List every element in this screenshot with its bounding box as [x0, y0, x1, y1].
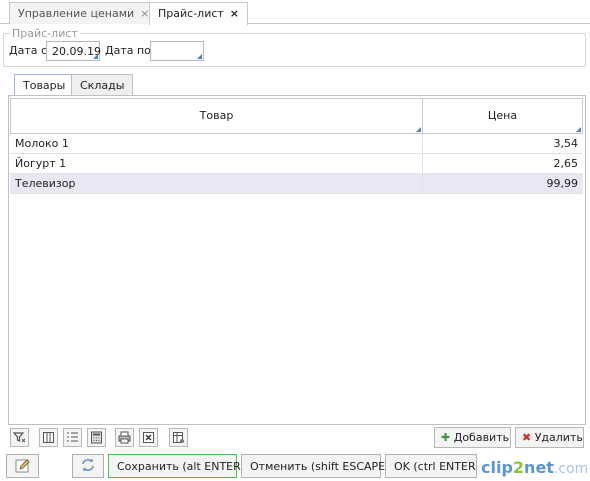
filter-icon[interactable] [10, 428, 29, 447]
date-from-label: Дата с [9, 44, 48, 57]
item-cell: Телевизор [15, 177, 76, 190]
watermark-logo: clip2net.com [481, 458, 588, 477]
watermark-part: .com [553, 461, 589, 477]
column-divider [422, 154, 423, 174]
pencil-icon [15, 459, 30, 473]
column-header-price[interactable]: Цена [422, 98, 583, 134]
add-button-label: Добавить [453, 431, 510, 444]
edit-button[interactable] [6, 454, 39, 478]
delete-button[interactable]: ✖ Удалить [515, 427, 584, 448]
watermark-part: net [524, 458, 554, 477]
fieldset-legend: Прайс-лист [10, 27, 80, 40]
refresh-icon [82, 459, 94, 471]
dropdown-marker-icon [93, 54, 98, 59]
price-cell: 3,54 [553, 137, 579, 150]
date-to-field[interactable] [150, 41, 204, 61]
item-cell: Молоко 1 [15, 137, 69, 150]
tab-goods[interactable]: Товары [14, 74, 75, 96]
print-icon[interactable] [115, 428, 134, 447]
tab-warehouses[interactable]: Склады [71, 74, 134, 95]
table-row[interactable]: Телевизор 99,99 [10, 174, 583, 194]
dropdown-marker-icon [197, 54, 202, 59]
column-header-label: Цена [487, 109, 518, 122]
tab-price-list[interactable]: Прайс-лист × [149, 2, 249, 25]
calculator-icon[interactable] [87, 428, 106, 447]
item-cell: Йогурт 1 [15, 157, 67, 170]
close-icon[interactable]: × [140, 7, 149, 20]
table-row[interactable]: Молоко 1 3,54 [10, 134, 583, 154]
delete-icon: ✖ [522, 431, 532, 444]
plus-icon: ✚ [441, 431, 451, 444]
numbered-list-icon[interactable] [63, 428, 82, 447]
save-button[interactable]: Сохранить (alt ENTER) [108, 454, 245, 478]
column-header-item[interactable]: Товар [10, 98, 423, 134]
cancel-button[interactable]: Отменить (shift ESCAPE) [241, 454, 389, 478]
close-icon[interactable]: × [230, 7, 239, 20]
excel-export-icon[interactable] [139, 428, 158, 447]
watermark-part: clip [481, 458, 513, 477]
tab-price-management[interactable]: Управление ценами × [9, 2, 159, 24]
tab-label: Прайс-лист [158, 7, 224, 20]
date-from-field[interactable]: 20.09.19 [46, 41, 101, 61]
column-divider [422, 134, 423, 154]
price-cell: 99,99 [546, 177, 579, 190]
date-to-label: Дата по [105, 44, 151, 57]
ok-button[interactable]: OK (ctrl ENTER [385, 454, 477, 478]
sort-marker-icon [576, 127, 581, 132]
column-header-label: Товар [199, 109, 234, 122]
columns-icon[interactable] [39, 428, 58, 447]
grid-settings-icon[interactable] [169, 428, 188, 447]
sort-marker-icon [416, 127, 421, 132]
watermark-part: 2 [512, 458, 525, 477]
table-row[interactable]: Йогурт 1 2,65 [10, 154, 583, 174]
tab-label: Управление ценами [18, 7, 135, 20]
price-cell: 2,65 [553, 157, 579, 170]
column-divider [422, 174, 423, 194]
add-button[interactable]: ✚ Добавить [434, 427, 511, 448]
delete-button-label: Удалить [534, 431, 583, 444]
refresh-button[interactable] [72, 454, 104, 478]
